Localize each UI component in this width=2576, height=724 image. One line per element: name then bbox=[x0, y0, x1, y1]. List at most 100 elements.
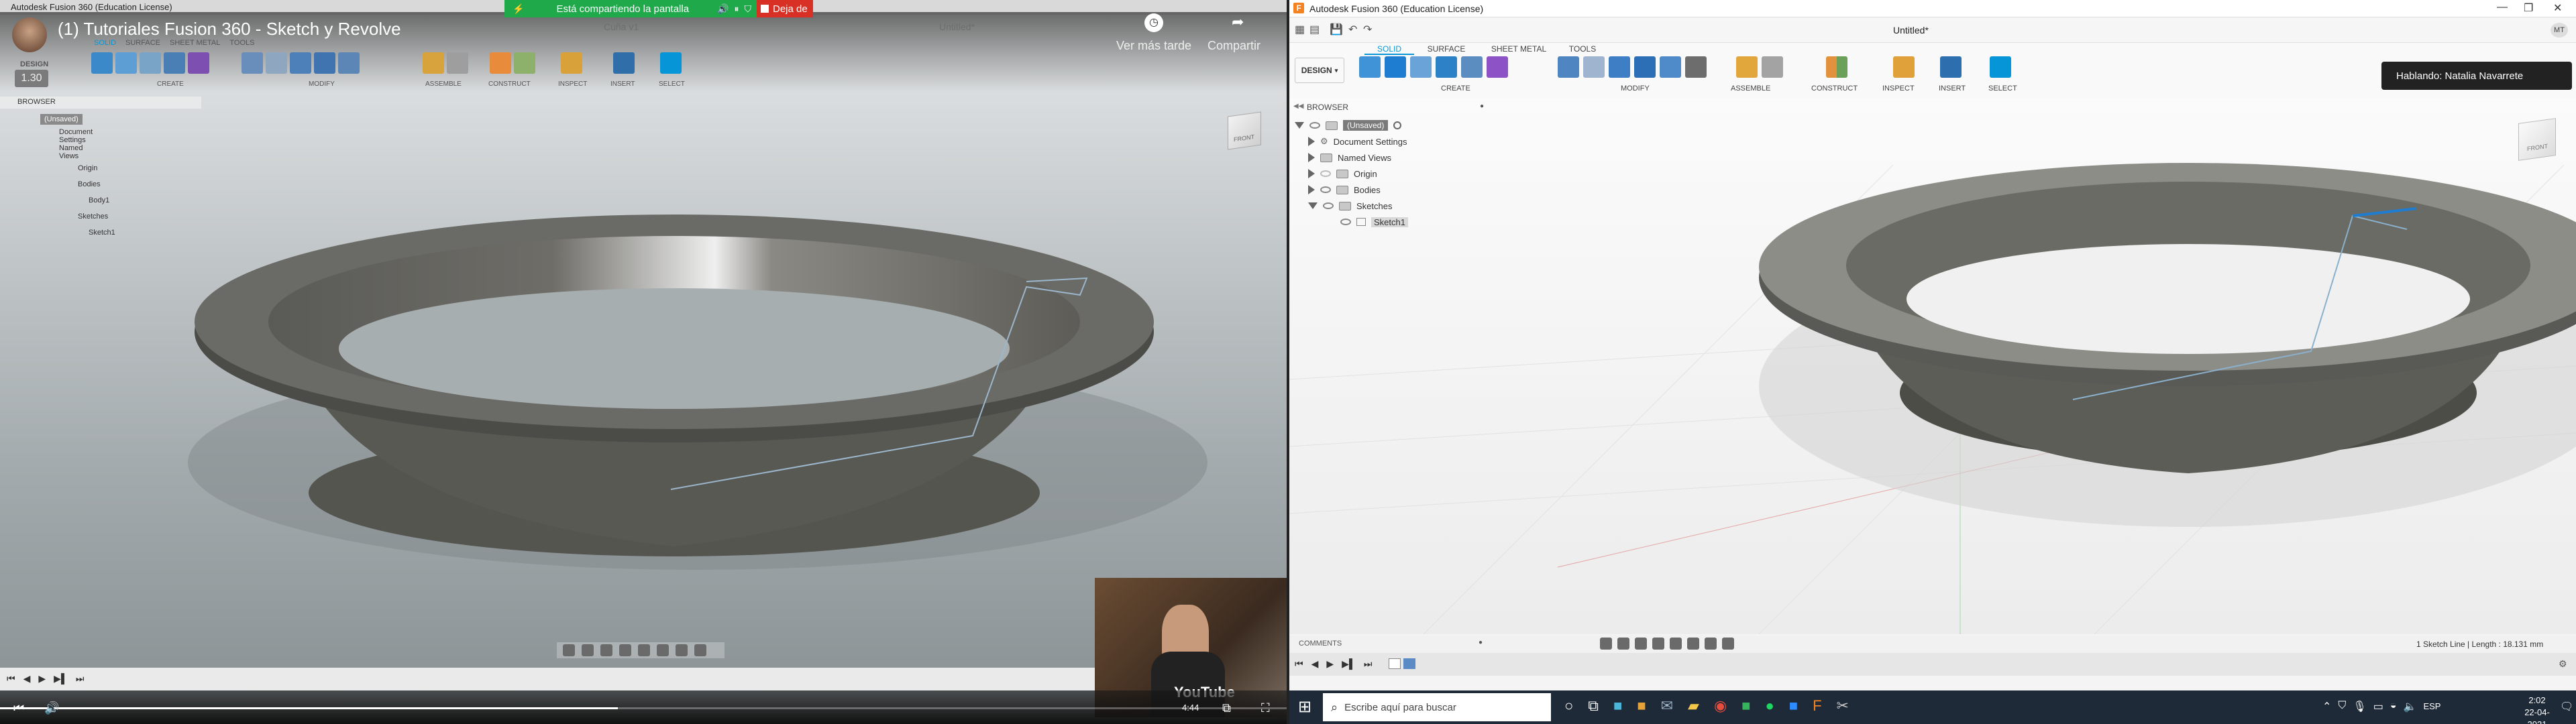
spotify-icon[interactable]: ● bbox=[1765, 697, 1774, 715]
shell-icon[interactable] bbox=[1634, 56, 1656, 78]
timeline-play-icon[interactable]: ▶ bbox=[1326, 658, 1334, 670]
file-explorer-icon[interactable]: ▰ bbox=[1688, 697, 1699, 715]
data-panel-grid-icon[interactable]: ▦ bbox=[1295, 23, 1305, 36]
user-avatar[interactable]: MT bbox=[2551, 23, 2568, 38]
tab-solid[interactable]: SOLID bbox=[1364, 44, 1414, 55]
measure-icon[interactable] bbox=[1893, 56, 1915, 78]
close-icon[interactable]: ✕ bbox=[2553, 1, 2562, 15]
cortana-icon[interactable]: ○ bbox=[1564, 697, 1573, 715]
timeline-first-icon[interactable]: ⏮ bbox=[7, 673, 15, 684]
fit-icon[interactable] bbox=[1670, 638, 1682, 650]
windows-start-icon[interactable]: ⊞ bbox=[1295, 697, 1315, 717]
inspect-menu[interactable]: INSPECT bbox=[1882, 84, 1915, 93]
create-sketch-icon[interactable] bbox=[1359, 56, 1381, 78]
redo-icon[interactable]: ↷ bbox=[1363, 23, 1372, 36]
left-ring-model[interactable] bbox=[0, 0, 1287, 670]
microphone-icon[interactable]: 🎙 bbox=[2353, 700, 2366, 713]
chrome-icon[interactable]: ◉ bbox=[1714, 697, 1727, 715]
new-component-icon[interactable] bbox=[1736, 56, 1758, 78]
tab-sheet-metal[interactable]: SHEET METAL bbox=[1479, 44, 1559, 55]
select-menu[interactable]: SELECT bbox=[1988, 84, 2017, 93]
timeline-sketch-feature-icon[interactable] bbox=[1389, 658, 1401, 669]
zoom-app-icon[interactable]: ■ bbox=[1789, 697, 1798, 715]
fullscreen-icon[interactable]: ⛶ bbox=[1261, 701, 1270, 715]
orbit-icon[interactable] bbox=[563, 644, 575, 656]
timeline-next-icon[interactable]: ▶▌ bbox=[1342, 658, 1356, 670]
revolve-icon[interactable] bbox=[1410, 56, 1432, 78]
move-icon[interactable] bbox=[1685, 56, 1707, 78]
viewports-icon[interactable] bbox=[694, 644, 706, 656]
tab-surface[interactable]: SURFACE bbox=[1414, 44, 1479, 55]
grid-settings-icon[interactable] bbox=[1705, 638, 1717, 650]
maximize-icon[interactable]: ❐ bbox=[2524, 1, 2533, 15]
taskbar-search[interactable]: ⌕ Escribe aquí para buscar bbox=[1323, 693, 1551, 721]
timeline-last-icon[interactable]: ⏭ bbox=[76, 673, 85, 684]
fusion-app-icon[interactable]: F bbox=[1813, 697, 1821, 715]
timeline-play-icon[interactable]: ▶ bbox=[38, 673, 46, 684]
fit-icon[interactable] bbox=[638, 644, 650, 656]
press-pull-icon[interactable] bbox=[1558, 56, 1579, 78]
timeline-first-icon[interactable]: ⏮ bbox=[1295, 658, 1303, 670]
mail-icon[interactable]: ✉ bbox=[1661, 697, 1673, 715]
offset-plane-icon[interactable] bbox=[1826, 56, 1847, 78]
joint-icon[interactable] bbox=[1762, 56, 1783, 78]
insert-menu[interactable]: INSERT bbox=[1939, 84, 1966, 93]
briefcase-icon[interactable]: ■ bbox=[1637, 697, 1646, 715]
timeline-prev-icon[interactable]: ◀ bbox=[1311, 658, 1319, 670]
network-icon[interactable]: ◒ bbox=[2390, 700, 2397, 713]
assemble-menu[interactable]: ASSEMBLE bbox=[1731, 84, 1770, 93]
pan-icon[interactable] bbox=[1635, 638, 1647, 650]
tray-security-icon[interactable]: ⛉ bbox=[2338, 700, 2346, 713]
grid-settings-icon[interactable] bbox=[676, 644, 688, 656]
look-at-icon[interactable] bbox=[582, 644, 594, 656]
miniplayer-icon[interactable]: ⧉ bbox=[1222, 701, 1231, 715]
timeline-next-icon[interactable]: ▶▌ bbox=[54, 673, 68, 684]
hole-icon[interactable] bbox=[1436, 56, 1457, 78]
store-icon[interactable]: ■ bbox=[1613, 697, 1622, 715]
create-form-icon[interactable] bbox=[1487, 56, 1508, 78]
comments-label[interactable]: COMMENTS bbox=[1299, 640, 1342, 648]
combine-icon[interactable] bbox=[1660, 56, 1681, 78]
undo-icon[interactable]: ↶ bbox=[1348, 23, 1357, 36]
viewports-icon[interactable] bbox=[1722, 638, 1734, 650]
look-at-icon[interactable] bbox=[1617, 638, 1629, 650]
modify-menu[interactable]: MODIFY bbox=[1621, 84, 1650, 93]
design-workspace-dropdown[interactable]: DESIGN ▾ bbox=[1295, 58, 1344, 83]
right-ring-model[interactable] bbox=[1289, 98, 2576, 634]
messaging-icon[interactable]: ■ bbox=[1741, 697, 1750, 715]
orbit-icon[interactable] bbox=[1600, 638, 1612, 650]
timeline-settings-icon[interactable]: ⚙ bbox=[2559, 658, 2567, 670]
pan-icon[interactable] bbox=[600, 644, 612, 656]
minimize-icon[interactable]: — bbox=[2497, 1, 2508, 13]
skip-back-icon[interactable]: ⏮ bbox=[13, 701, 24, 715]
create-menu[interactable]: CREATE bbox=[1441, 84, 1470, 93]
comments-pin-icon[interactable]: ● bbox=[1479, 639, 1483, 646]
tray-chevron-icon[interactable]: ⌃ bbox=[2322, 700, 2331, 713]
construct-menu[interactable]: CONSTRUCT bbox=[1811, 84, 1858, 93]
battery-icon[interactable]: ▭ bbox=[2373, 700, 2383, 713]
speaker-icon[interactable]: 🔈 bbox=[2404, 700, 2417, 713]
taskbar-clock[interactable]: 2:02 22-04-2021 bbox=[2517, 695, 2557, 724]
fillet-icon[interactable] bbox=[1583, 56, 1605, 78]
timeline-prev-icon[interactable]: ◀ bbox=[23, 673, 31, 684]
insert-image-icon[interactable] bbox=[1940, 56, 1962, 78]
timeline-last-icon[interactable]: ⏭ bbox=[1364, 658, 1373, 670]
language-indicator[interactable]: ESP bbox=[2423, 701, 2440, 713]
display-settings-icon[interactable] bbox=[657, 644, 669, 656]
save-icon[interactable]: 💾 bbox=[1330, 23, 1343, 36]
document-tab-title[interactable]: Untitled* bbox=[1893, 25, 1929, 36]
pattern-icon[interactable] bbox=[1461, 56, 1483, 78]
display-settings-icon[interactable] bbox=[1687, 638, 1699, 650]
file-menu-icon[interactable]: ▤ bbox=[1309, 23, 1320, 36]
zoom-icon[interactable] bbox=[619, 644, 631, 656]
volume-icon[interactable]: 🔊 bbox=[44, 701, 59, 715]
task-view-icon[interactable]: ⧉ bbox=[1588, 697, 1599, 715]
snipping-tool-icon[interactable]: ✂ bbox=[1837, 697, 1849, 715]
extrude-icon[interactable] bbox=[1385, 56, 1406, 78]
tab-tools[interactable]: TOOLS bbox=[1559, 44, 1606, 55]
zoom-icon[interactable] bbox=[1652, 638, 1664, 650]
chamfer-icon[interactable] bbox=[1609, 56, 1630, 78]
notification-icon[interactable]: 🗨 bbox=[2560, 700, 2573, 713]
select-icon[interactable] bbox=[1990, 56, 2011, 78]
timeline-revolve-feature-icon[interactable] bbox=[1403, 658, 1415, 669]
